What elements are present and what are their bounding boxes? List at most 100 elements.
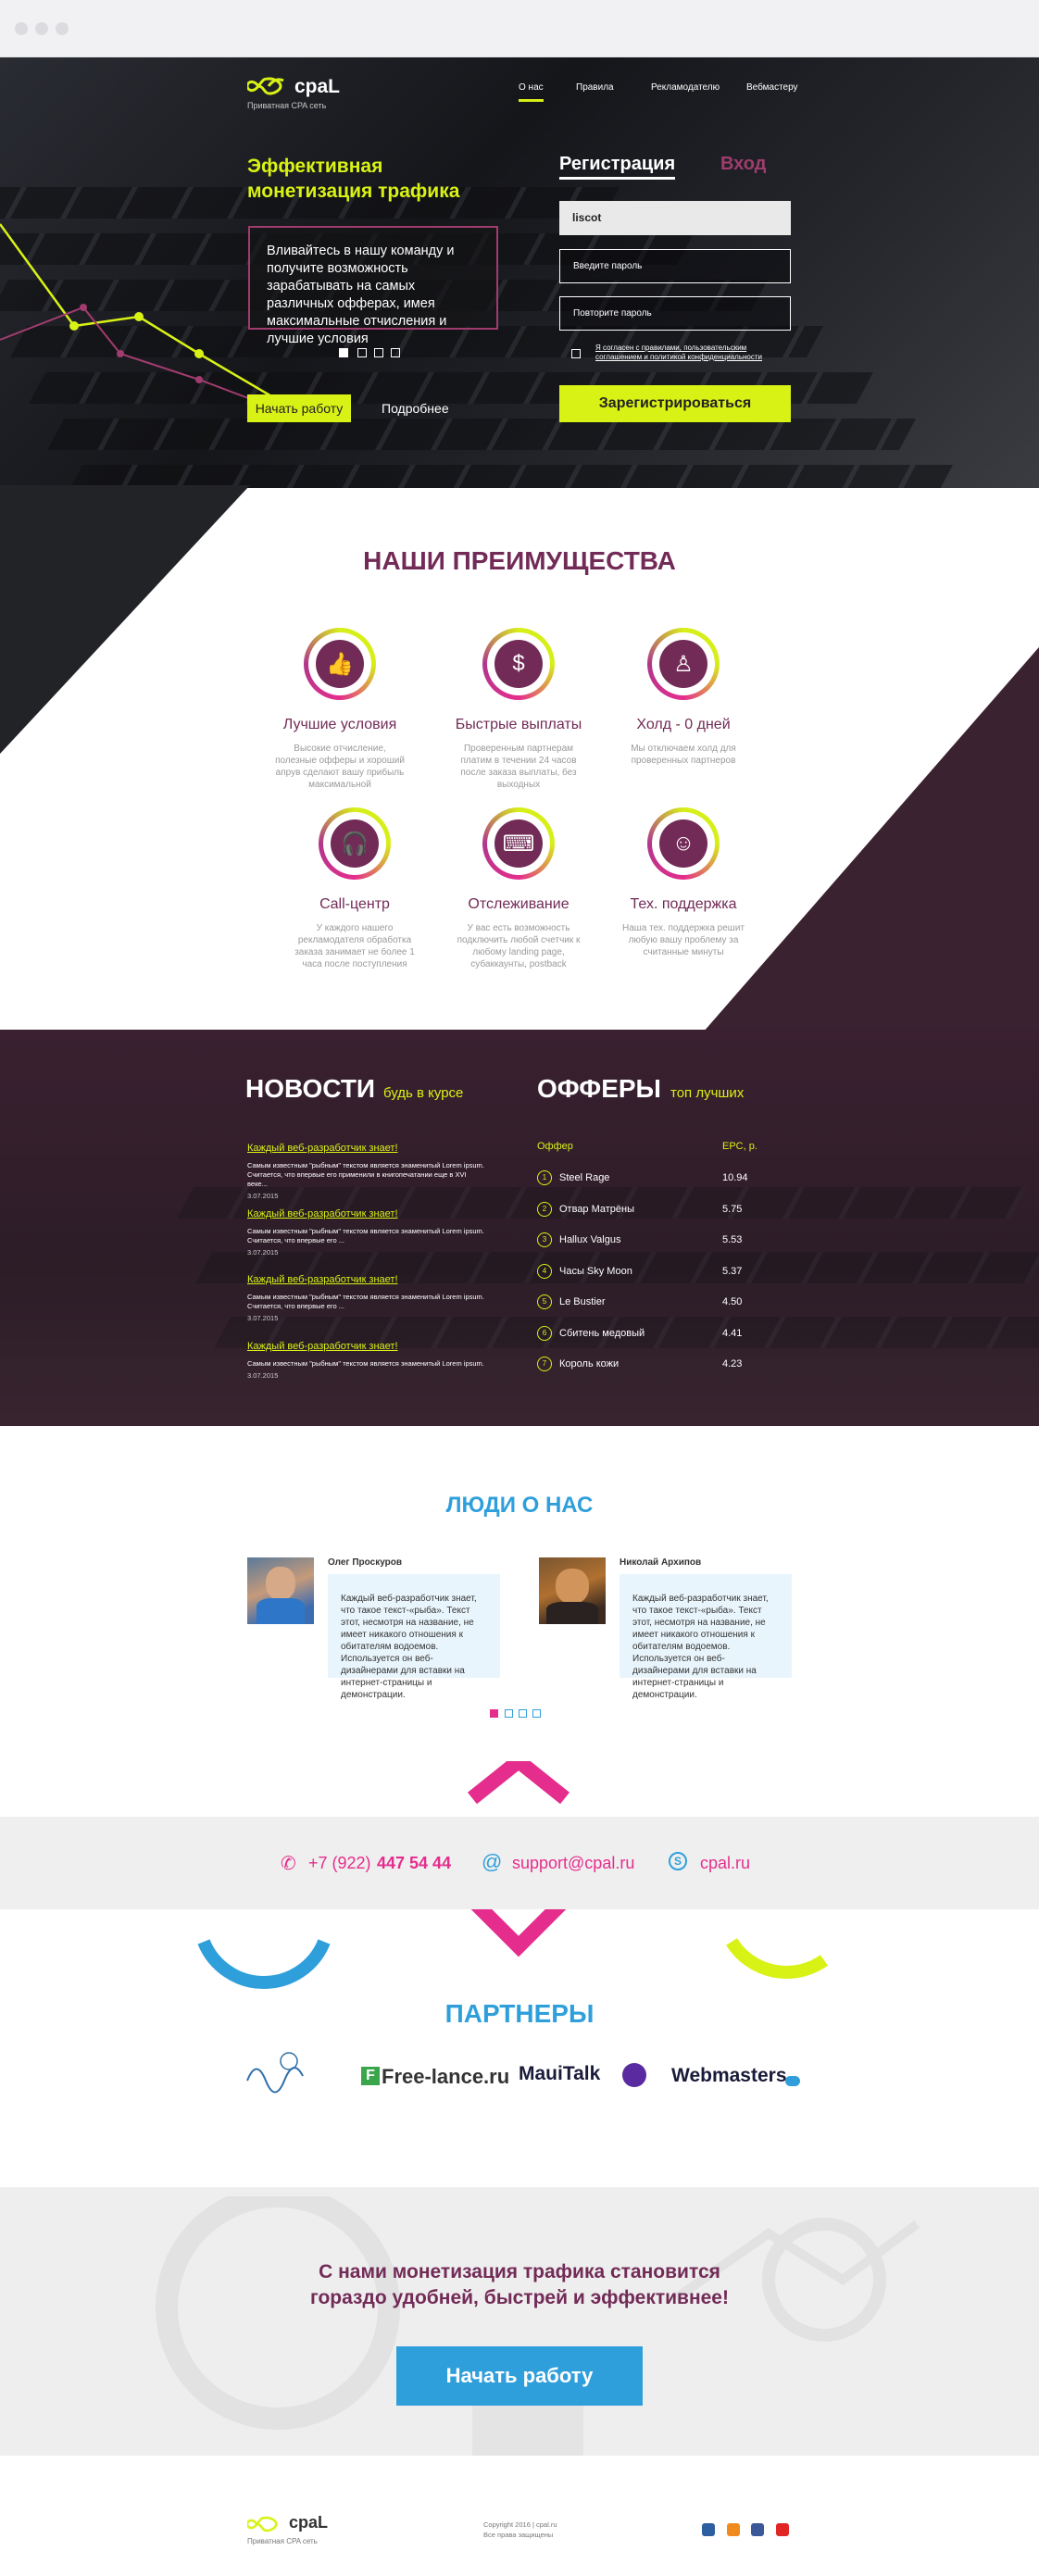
keyboard-icon: ⌨ — [494, 819, 543, 868]
news-item: Каждый веб-разработчик знает! Самым изве… — [247, 1341, 488, 1380]
login-input[interactable]: liscot — [559, 201, 791, 235]
offer-epc: 4.23 — [722, 1358, 743, 1369]
slider-dot-4[interactable] — [391, 348, 400, 357]
review-text: Каждый веб-разработчик знает, что такое … — [328, 1574, 500, 1700]
offer-name: Король кожи — [559, 1358, 620, 1369]
news-item-link[interactable]: Каждый веб-разработчик знает! — [247, 1208, 488, 1219]
offer-rank-badge: 1 — [537, 1170, 552, 1185]
offer-row[interactable]: 3 Hallux Valgus 5.53 — [537, 1232, 759, 1251]
agree-text[interactable]: Я согласен с правилами, пользовательским… — [595, 344, 781, 362]
hero-section: cpaL Приватная CPA сеть О нас Правила Ре… — [0, 57, 1039, 488]
offers-title: ОФФЕРЫ — [537, 1074, 661, 1103]
offer-rank-badge: 5 — [537, 1294, 552, 1309]
facebook-icon[interactable] — [751, 2523, 764, 2536]
offer-row[interactable]: 5 Le Bustier 4.50 — [537, 1294, 759, 1313]
news-subtitle: будь в курсе — [383, 1085, 464, 1101]
phone-icon: ✆ — [281, 1854, 296, 1874]
email-link[interactable]: support@cpal.ru — [512, 1854, 634, 1873]
odnoklassniki-icon[interactable] — [727, 2523, 740, 2536]
offer-row[interactable]: 4 Часы Sky Moon 5.37 — [537, 1263, 759, 1282]
news-offers-section: НОВОСТИ будь в курсе Каждый веб-разработ… — [0, 1030, 1039, 1426]
news-item-date: 3.07.2015 — [247, 1314, 279, 1322]
hero-start-button[interactable]: Начать работу — [247, 394, 351, 422]
partner-free-lance[interactable]: Free-lance.ru — [382, 2065, 509, 2089]
window-minimize-dot[interactable] — [35, 22, 48, 35]
offer-rank-badge: 7 — [537, 1357, 552, 1371]
register-submit-button[interactable]: Зарегистрироваться — [559, 385, 791, 422]
footer-copyright: Copyright 2016 | cpal.ru — [483, 2520, 557, 2529]
nav-rules[interactable]: Правила — [576, 82, 614, 93]
review-author-name: Олег Проскуров — [328, 1557, 403, 1568]
advantage-support: ☺ Тех. поддержка Наша тех. поддержка реш… — [600, 807, 767, 958]
reviews-dot-2[interactable] — [505, 1709, 513, 1718]
nav-about[interactable]: О нас — [519, 82, 544, 102]
page: cpaL Приватная CPA сеть О нас Правила Ре… — [0, 57, 1039, 2576]
dollar-coin-icon: $ — [494, 640, 543, 688]
offer-row[interactable]: 2 Отвар Матрёны 5.75 — [537, 1201, 759, 1220]
news-item-link[interactable]: Каждый веб-разработчик знает! — [247, 1341, 488, 1352]
news-item-date: 3.07.2015 — [247, 1248, 279, 1257]
footer-brand[interactable]: cpaL — [289, 2513, 328, 2532]
offer-row[interactable]: 6 Сбитень медовый 4.41 — [537, 1325, 759, 1344]
news-item-link[interactable]: Каждый веб-разработчик знает! — [247, 1274, 488, 1285]
offers-col-offer: Оффер — [537, 1141, 573, 1152]
mauitalk-logo-icon — [622, 2063, 646, 2087]
tab-register[interactable]: Регистрация — [559, 154, 676, 180]
news-item-text: Самым известным "рыбным" текстом являетс… — [247, 1293, 484, 1310]
slider-dot-2[interactable] — [357, 348, 367, 357]
partner-webmasters[interactable]: Webmasters — [671, 2065, 787, 2087]
offer-row[interactable]: 7 Король кожи 4.23 — [537, 1357, 759, 1375]
password-input[interactable]: Введите пароль — [559, 249, 791, 283]
browser-toolbar — [0, 0, 1039, 57]
skype-link[interactable]: cpal.ru — [700, 1854, 750, 1873]
news-item-date: 3.07.2015 — [247, 1371, 279, 1380]
advantage-call-center: 🎧 Call-центр У каждого нашего рекламодат… — [271, 807, 438, 970]
advantage-best-terms: 👍 Лучшие условия Высокие отчисление, пол… — [257, 628, 423, 791]
news-title: НОВОСТИ — [245, 1074, 376, 1103]
partner-mauitalk[interactable]: MauiTalk — [519, 2063, 600, 2085]
brand-name[interactable]: cpaL — [294, 76, 340, 98]
vk-icon[interactable] — [702, 2523, 715, 2536]
reviews-dot-1[interactable] — [490, 1709, 498, 1718]
phone-prefix[interactable]: +7 (922) — [308, 1854, 371, 1873]
news-item-link[interactable]: Каждый веб-разработчик знает! — [247, 1143, 488, 1154]
cta-decor — [156, 2196, 920, 2456]
slider-dot-1[interactable] — [339, 348, 348, 357]
skype-icon: S — [669, 1852, 687, 1870]
offer-name: Сбитень медовый — [559, 1327, 645, 1339]
contacts-bar: ✆ +7 (922) 447 54 44 @ support@cpal.ru S… — [0, 1817, 1039, 1909]
partners-title: ПАРТНЕРЫ — [444, 1999, 595, 2028]
offer-epc: 5.53 — [722, 1234, 743, 1245]
offer-rank-badge: 3 — [537, 1232, 552, 1247]
offer-row[interactable]: 1 Steel Rage 10.94 — [537, 1170, 759, 1189]
offer-epc: 5.75 — [722, 1203, 743, 1215]
window-maximize-dot[interactable] — [56, 22, 69, 35]
reviews-title: ЛЮДИ О НАС — [445, 1493, 594, 1518]
advantage-hold: ♙ Холд - 0 дней Мы отключаем холд для пр… — [600, 628, 767, 767]
infinity-logo-icon[interactable] — [247, 76, 290, 96]
slider-dot-3[interactable] — [374, 348, 383, 357]
news-item-date: 3.07.2015 — [247, 1192, 279, 1200]
repeat-password-input[interactable]: Повторите пароль — [559, 296, 791, 331]
thumbs-up-icon: 👍 — [316, 640, 364, 688]
tab-login[interactable]: Вход — [720, 154, 766, 175]
footer-infinity-logo-icon[interactable] — [247, 2515, 284, 2533]
offer-epc: 4.41 — [722, 1327, 743, 1339]
hero-more-link[interactable]: Подробнее — [382, 401, 449, 416]
youtube-icon[interactable] — [776, 2523, 789, 2536]
nav-advertiser[interactable]: Рекламодателю — [651, 82, 720, 93]
headphones-icon: 🎧 — [331, 819, 379, 868]
partner-logo-handwritten[interactable] — [243, 2048, 317, 2100]
phone-number[interactable]: 447 54 44 — [377, 1854, 451, 1873]
offer-rank-badge: 4 — [537, 1263, 552, 1279]
offer-name: Отвар Матрёны — [559, 1203, 635, 1215]
agree-checkbox[interactable] — [571, 349, 581, 358]
nav-webmaster[interactable]: Вебмастеру — [746, 82, 798, 93]
reviews-dot-3[interactable] — [519, 1709, 527, 1718]
offer-name: Steel Rage — [559, 1172, 610, 1183]
window-close-dot[interactable] — [15, 22, 28, 35]
cta-start-button[interactable]: Начать работу — [396, 2346, 643, 2406]
reviews-dot-4[interactable] — [532, 1709, 541, 1718]
cta-section — [0, 2187, 1039, 2456]
offer-epc: 5.37 — [722, 1265, 743, 1277]
